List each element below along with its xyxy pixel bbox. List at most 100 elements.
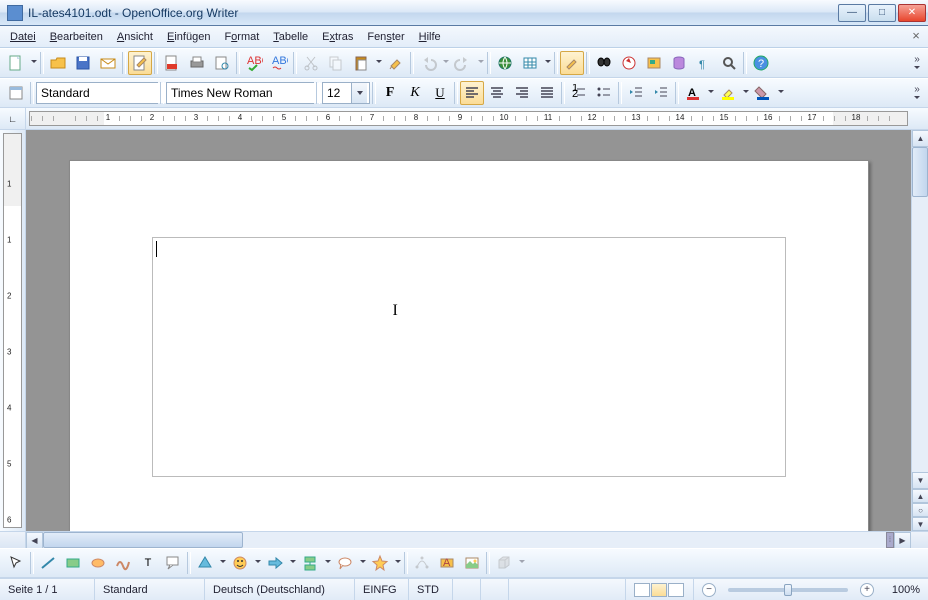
font-color-dropdown[interactable] bbox=[706, 82, 715, 104]
status-style[interactable]: Standard bbox=[95, 579, 205, 600]
text-tool-button[interactable]: T bbox=[136, 551, 160, 575]
help-button[interactable]: ? bbox=[749, 51, 773, 75]
status-selection-mode[interactable]: STD bbox=[409, 579, 453, 600]
scroll-left-button[interactable]: ◀ bbox=[26, 532, 43, 549]
basic-shapes-dropdown[interactable] bbox=[218, 552, 227, 574]
menu-ansicht[interactable]: Ansicht bbox=[111, 29, 159, 45]
highlight-dropdown[interactable] bbox=[741, 82, 750, 104]
increase-indent-button[interactable] bbox=[649, 81, 673, 105]
symbol-shapes-dropdown[interactable] bbox=[253, 552, 262, 574]
close-button[interactable]: ✕ bbox=[898, 4, 926, 22]
scroll-right-button[interactable]: ▶ bbox=[894, 532, 911, 549]
callouts-dropdown[interactable] bbox=[358, 552, 367, 574]
zoom-in-button[interactable]: + bbox=[860, 583, 874, 597]
book-view-button[interactable] bbox=[668, 583, 684, 597]
align-center-button[interactable] bbox=[485, 81, 509, 105]
paragraph-style-combo[interactable] bbox=[36, 82, 158, 104]
status-insert-mode[interactable]: EINFG bbox=[355, 579, 409, 600]
font-name-combo[interactable] bbox=[166, 82, 314, 104]
bullet-list-button[interactable] bbox=[592, 81, 616, 105]
extrusion-dropdown[interactable] bbox=[517, 552, 526, 574]
zoom-button[interactable] bbox=[717, 51, 741, 75]
menu-hilfe[interactable]: Hilfe bbox=[413, 29, 447, 45]
minimize-button[interactable]: — bbox=[838, 4, 866, 22]
save-button[interactable] bbox=[71, 51, 95, 75]
zoom-out-button[interactable]: − bbox=[702, 583, 716, 597]
zoom-percent[interactable]: 100% bbox=[882, 579, 928, 600]
basic-shapes-button[interactable] bbox=[193, 551, 217, 575]
points-button[interactable] bbox=[410, 551, 434, 575]
status-signature[interactable] bbox=[481, 579, 509, 600]
font-color-button[interactable]: A bbox=[681, 81, 705, 105]
vscroll-thumb[interactable] bbox=[912, 147, 928, 197]
edit-file-button[interactable] bbox=[128, 51, 152, 75]
italic-button[interactable]: K bbox=[403, 81, 427, 105]
stars-dropdown[interactable] bbox=[393, 552, 402, 574]
datasources-button[interactable] bbox=[667, 51, 691, 75]
font-size-combo[interactable] bbox=[322, 82, 370, 104]
select-tool-button[interactable] bbox=[4, 551, 28, 575]
next-page-button[interactable]: ▼ bbox=[912, 517, 928, 531]
block-arrows-button[interactable] bbox=[263, 551, 287, 575]
horizontal-scrollbar[interactable]: ◀ ⁞ ▶ bbox=[0, 531, 928, 548]
block-arrows-dropdown[interactable] bbox=[288, 552, 297, 574]
menu-extras[interactable]: Extras bbox=[316, 29, 359, 45]
menu-fenster[interactable]: Fenster bbox=[361, 29, 410, 45]
paste-dropdown[interactable] bbox=[374, 52, 383, 74]
highlight-button[interactable] bbox=[716, 81, 740, 105]
styles-window-button[interactable] bbox=[4, 81, 28, 105]
undo-button[interactable] bbox=[416, 51, 440, 75]
nonprinting-button[interactable]: ¶ bbox=[692, 51, 716, 75]
format-overflow-button[interactable] bbox=[910, 80, 924, 106]
print-preview-button[interactable] bbox=[210, 51, 234, 75]
menu-format[interactable]: Format bbox=[218, 29, 265, 45]
zoom-slider-knob[interactable] bbox=[784, 584, 792, 596]
redo-dropdown[interactable] bbox=[476, 52, 485, 74]
rectangle-tool-button[interactable] bbox=[61, 551, 85, 575]
status-page[interactable]: Seite 1 / 1 bbox=[0, 579, 95, 600]
document-close-icon[interactable]: × bbox=[908, 29, 924, 45]
tab-type-button[interactable]: ∟ bbox=[0, 108, 26, 129]
autospell-button[interactable]: ABC bbox=[267, 51, 291, 75]
menu-einfuegen[interactable]: Einfügen bbox=[161, 29, 216, 45]
text-frame[interactable]: I bbox=[152, 237, 786, 477]
export-pdf-button[interactable] bbox=[160, 51, 184, 75]
menu-bearbeiten[interactable]: Bearbeiten bbox=[44, 29, 109, 45]
print-button[interactable] bbox=[185, 51, 209, 75]
hscroll-track[interactable] bbox=[43, 532, 886, 548]
decrease-indent-button[interactable] bbox=[624, 81, 648, 105]
symbol-shapes-button[interactable] bbox=[228, 551, 252, 575]
zoom-slider[interactable] bbox=[728, 588, 848, 592]
extrusion-button[interactable] bbox=[492, 551, 516, 575]
hscroll-thumb[interactable] bbox=[43, 532, 243, 548]
copy-button[interactable] bbox=[324, 51, 348, 75]
flowchart-dropdown[interactable] bbox=[323, 552, 332, 574]
bold-button[interactable]: F bbox=[378, 81, 402, 105]
page[interactable]: I bbox=[69, 160, 869, 531]
underline-button[interactable]: U bbox=[428, 81, 452, 105]
vertical-scrollbar[interactable]: ▲ ▼ ▲ ○ ▼ bbox=[911, 130, 928, 531]
email-button[interactable] bbox=[96, 51, 120, 75]
maximize-button[interactable]: □ bbox=[868, 4, 896, 22]
line-tool-button[interactable] bbox=[36, 551, 60, 575]
scroll-down-button[interactable]: ▼ bbox=[912, 472, 928, 489]
cut-button[interactable] bbox=[299, 51, 323, 75]
format-paintbrush-button[interactable] bbox=[384, 51, 408, 75]
font-size-input[interactable] bbox=[323, 83, 351, 103]
status-language[interactable]: Deutsch (Deutschland) bbox=[205, 579, 355, 600]
new-dropdown[interactable] bbox=[29, 52, 38, 74]
status-modified[interactable] bbox=[453, 579, 481, 600]
paste-button[interactable] bbox=[349, 51, 373, 75]
ellipse-tool-button[interactable] bbox=[86, 551, 110, 575]
align-justify-button[interactable] bbox=[535, 81, 559, 105]
menu-tabelle[interactable]: Tabelle bbox=[267, 29, 314, 45]
callouts-button[interactable] bbox=[333, 551, 357, 575]
align-right-button[interactable] bbox=[510, 81, 534, 105]
menu-datei[interactable]: Datei bbox=[4, 29, 42, 45]
hyperlink-button[interactable] bbox=[493, 51, 517, 75]
undo-dropdown[interactable] bbox=[441, 52, 450, 74]
show-draw-button[interactable] bbox=[560, 51, 584, 75]
spellcheck-button[interactable]: ABC bbox=[242, 51, 266, 75]
font-size-dropdown[interactable] bbox=[351, 83, 367, 103]
align-left-button[interactable] bbox=[460, 81, 484, 105]
